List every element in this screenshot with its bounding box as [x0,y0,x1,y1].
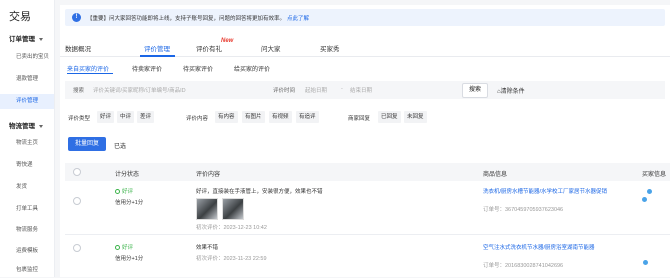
search-input[interactable]: 评价关键词/买家昵称/订单编号/商品ID [93,86,186,94]
tab-review-gift[interactable]: 评价有礼 [196,43,222,53]
subtab-from-buyers[interactable]: 来自买家的评价 [67,64,109,73]
review-image[interactable] [222,198,244,220]
rating-status: 好评 [115,243,133,251]
credit-score: 信用分+1分 [115,200,144,206]
active-tab-indicator [140,55,175,57]
sidebar: 交易 订单管理 已卖出的宝贝 退款管理 评价管理 物流管理 物流主页 寄快递 发… [0,0,55,277]
row-divider [65,234,670,235]
row-checkbox[interactable] [73,244,81,252]
chip-bad[interactable]: 差评 [137,111,155,123]
chip-not-replied[interactable]: 未回复 [404,111,427,123]
review-text: 效果不错 [196,245,219,251]
order-number: 订单号：3670459705937623046 [483,207,564,213]
order-number: 订单号：2016830028741042696 [483,263,564,269]
buyer-level-icon [643,260,648,265]
sidebar-group-logistics-label: 物流管理 [9,123,35,130]
chip-medium[interactable]: 中评 [117,111,135,123]
product-link[interactable]: 洗衣机/厨房水槽节能器/水学校工厂家居节水器促销 [483,187,607,195]
review-text: 好评，直接装在手液管上，安装很方便，效果也不错 [196,189,323,195]
sidebar-group-logistics[interactable]: 物流管理 [9,120,43,130]
review-time: 初次评价：2023-11-23 22:59 [196,256,267,262]
chip-has-image[interactable]: 有图片 [242,111,265,123]
review-image[interactable] [196,198,218,220]
buyer-level-icon [642,197,647,202]
new-badge: New [221,38,234,44]
search-label: 搜索 [73,88,85,94]
rating-label: 好评 [122,245,134,251]
sidebar-group-orders-label: 订单管理 [9,36,35,43]
chip-good[interactable]: 好评 [97,111,115,123]
sidebar-title: 交易 [9,11,31,23]
smile-icon [115,189,120,195]
clear-filter-label: 清除条件 [500,89,525,95]
sidebar-item-ship[interactable]: 发货 [0,180,54,195]
chevron-down-icon [39,37,43,41]
selected-label: 已选 [114,144,127,150]
subtab-pending-seller[interactable]: 待卖家评价 [132,64,162,73]
sidebar-group-orders[interactable]: 订单管理 [9,33,43,43]
chip-has-followup[interactable]: 有追评 [296,111,319,123]
select-all-checkbox[interactable] [73,168,81,176]
chevron-down-icon [39,124,43,128]
sidebar-item-package-monitor[interactable]: 包裹监控 [0,263,54,278]
filter-row: 搜索 评价关键词/买家昵称/订单编号/商品ID 评价时间 起始日期 - 结束日期 [65,81,665,99]
rating-status: 好评 [115,187,133,195]
header-buyer-info: 买家信息 [642,172,667,178]
review-time: 初次评价：2023-12-23 10:42 [196,225,267,231]
sidebar-item-sold[interactable]: 已卖出的宝贝 [0,50,54,65]
row-checkbox[interactable] [73,197,81,205]
notice-text: 【重要】问大家回答功能即将上线，支持子账号回复，问题的回答将更加有效率。 点此了解 [87,14,309,22]
main-tabs: 数据概况 评价管理 评价有礼 New 问大家 买家秀 [60,35,670,57]
sidebar-item-print-tool[interactable]: 打单工具 [0,202,54,217]
sidebar-item-logistics-home[interactable]: 物流主页 [0,136,54,151]
chip-replied[interactable]: 已回复 [378,111,401,123]
rating-label: 好评 [122,189,134,195]
active-subtab-indicator [67,73,113,74]
header-review-content: 评价内容 [196,172,221,178]
credit-score: 信用分+1分 [115,256,144,262]
buyer-badge-icon [647,189,652,194]
merchant-reply-label: 商家回复 [348,116,371,122]
sidebar-item-logistics-service[interactable]: 物流服务 [0,223,54,238]
header-score-status: 计分状态 [115,172,140,178]
sidebar-item-refund[interactable]: 退款管理 [0,72,54,87]
end-date-input[interactable]: 结束日期 [350,86,372,94]
tab-ask-all[interactable]: 问大家 [261,43,281,53]
subtab-to-buyers[interactable]: 给买家的评价 [234,64,270,73]
sidebar-item-freight-template[interactable]: 运费模板 [0,244,54,259]
table-row: 好评 信用分+1分 好评，直接装在手液管上，安装很方便，效果也不错 初次评价：2… [65,185,670,235]
header-product-info: 商品信息 [483,172,508,178]
smile-icon [115,245,120,251]
notice-link[interactable]: 点此了解 [287,16,309,22]
info-icon: ! [72,13,81,22]
sidebar-item-send-express[interactable]: 寄快递 [0,158,54,173]
sidebar-item-reviews[interactable]: 评价管理 [0,94,54,109]
search-button[interactable]: 搜索 [462,83,488,98]
time-label: 评价时间 [273,88,296,94]
review-content-label: 评价内容 [186,116,209,122]
chip-has-video[interactable]: 有视频 [269,111,292,123]
review-type-label: 评价类型 [68,116,91,122]
tab-review-manage[interactable]: 评价管理 [144,43,170,53]
batch-reply-button[interactable]: 批量回复 [68,137,106,151]
clear-filter-button[interactable]: ⌂清除条件 [497,86,525,95]
notice-bar: ! 【重要】问大家回答功能即将上线，支持子账号回复，问题的回答将更加有效率。 点此… [65,9,665,26]
notice-message: 【重要】问大家回答功能即将上线，支持子账号回复，问题的回答将更加有效率。 [87,16,286,22]
product-link[interactable]: 空气注水式洗衣机节水器/厨房浴室湖南节能器 [483,243,595,251]
table-header: 计分状态 评价内容 商品信息 买家信息 [65,163,670,181]
chip-has-content[interactable]: 有内容 [215,111,238,123]
tab-buyer-show[interactable]: 买家秀 [320,43,340,53]
tab-overview[interactable]: 数据概况 [65,43,91,53]
main-panel: ! 【重要】问大家回答功能即将上线，支持子账号回复，问题的回答将更加有效率。 点此… [60,5,670,277]
subtab-pending-buyer[interactable]: 待买家评价 [183,64,213,73]
start-date-input[interactable]: 起始日期 [305,86,327,94]
table-row: 好评 信用分+1分 效果不错 初次评价：2023-11-23 22:59 空气注… [65,240,670,275]
